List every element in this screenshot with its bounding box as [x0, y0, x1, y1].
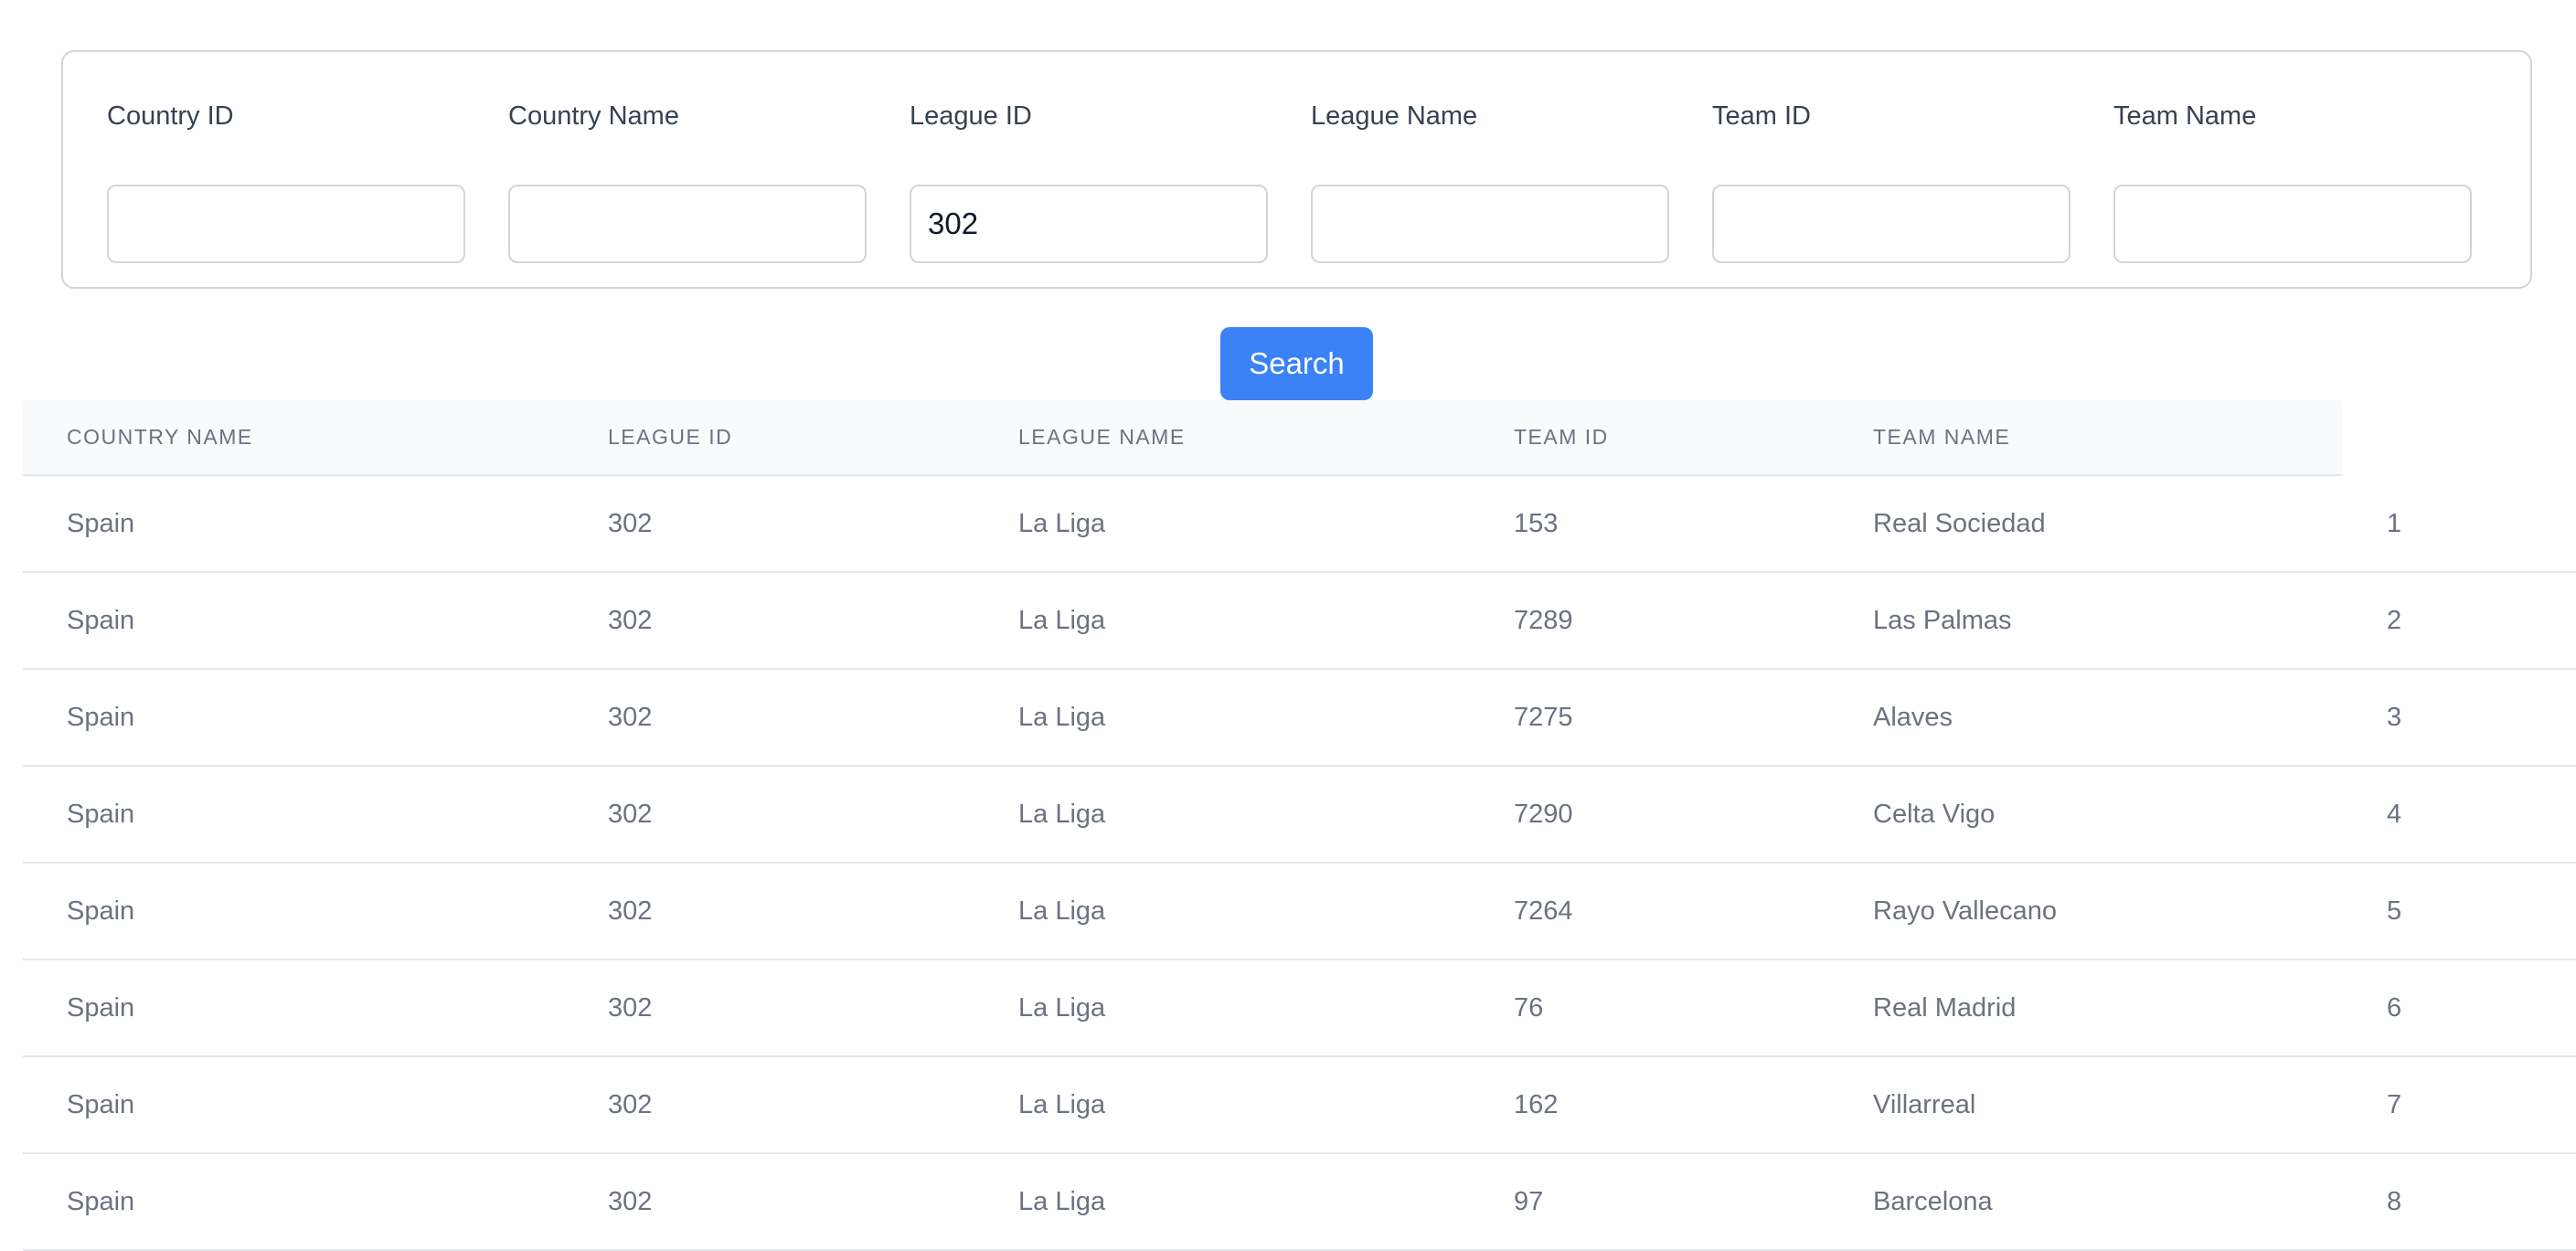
table-row[interactable]: Spain 302 La Liga 7264 Rayo Vallecano 5: [23, 864, 2576, 960]
cell-row-number: 3: [2387, 703, 2402, 732]
team-name-label: Team Name: [2113, 101, 2257, 131]
league-name-field: League Name: [1311, 98, 1669, 263]
cell-team-id: 7289: [1514, 606, 1573, 635]
results-table: Country Name League ID League Name Team …: [23, 400, 2576, 1251]
cell-team-name: Las Palmas: [1873, 606, 2012, 635]
table-header: Country Name League ID League Name Team …: [23, 400, 2343, 476]
cell-country-name: Spain: [67, 993, 135, 1023]
cell-team-id: 7290: [1514, 800, 1573, 829]
cell-row-number: 1: [2387, 509, 2402, 538]
country-id-field: Country ID: [107, 98, 465, 263]
league-id-input[interactable]: [910, 185, 1268, 263]
cell-team-id: 76: [1514, 993, 1544, 1023]
team-id-field: Team ID: [1712, 98, 2070, 263]
cell-league-name: La Liga: [1018, 703, 1106, 732]
table-row[interactable]: Spain 302 La Liga 76 Real Madrid 6: [23, 960, 2576, 1057]
country-name-field: Country Name: [508, 98, 867, 263]
table-row[interactable]: Spain 302 La Liga 162 Villarreal 7: [23, 1057, 2576, 1154]
cell-league-name: La Liga: [1018, 800, 1106, 829]
cell-team-id: 97: [1514, 1187, 1544, 1216]
cell-team-name: Rayo Vallecano: [1873, 896, 2057, 926]
league-name-input[interactable]: [1311, 185, 1669, 263]
cell-row-number: 8: [2387, 1187, 2402, 1216]
country-name-label: Country Name: [508, 101, 679, 131]
cell-row-number: 2: [2387, 606, 2402, 635]
cell-team-name: Barcelona: [1873, 1187, 1993, 1216]
league-id-field: League ID: [910, 98, 1268, 263]
cell-team-name: Celta Vigo: [1873, 800, 1996, 829]
cell-league-id: 302: [608, 606, 653, 635]
header-league-name[interactable]: League Name: [1018, 400, 1186, 474]
cell-league-name: La Liga: [1018, 993, 1106, 1023]
header-team-name[interactable]: Team Name: [1873, 400, 2010, 474]
cell-league-name: La Liga: [1018, 509, 1106, 538]
country-id-label: Country ID: [107, 101, 234, 131]
cell-team-name: Real Sociedad: [1873, 509, 2046, 538]
table-row[interactable]: Spain 302 La Liga 7290 Celta Vigo 4: [23, 767, 2576, 864]
cell-league-name: La Liga: [1018, 1090, 1106, 1119]
cell-row-number: 4: [2387, 800, 2402, 829]
league-name-label: League Name: [1311, 101, 1478, 131]
team-id-label: Team ID: [1712, 101, 1811, 131]
cell-country-name: Spain: [67, 606, 135, 635]
cell-league-id: 302: [608, 703, 653, 732]
cell-league-id: 302: [608, 1187, 653, 1216]
cell-row-number: 5: [2387, 896, 2402, 926]
cell-team-id: 7264: [1514, 896, 1573, 926]
filter-panel: Country ID Country Name League ID League…: [61, 50, 2532, 289]
header-league-id[interactable]: League ID: [608, 400, 732, 474]
cell-league-id: 302: [608, 800, 653, 829]
cell-league-name: La Liga: [1018, 896, 1106, 926]
team-id-input[interactable]: [1712, 185, 2070, 263]
cell-team-id: 153: [1514, 509, 1559, 538]
cell-country-name: Spain: [67, 896, 135, 926]
cell-country-name: Spain: [67, 800, 135, 829]
cell-team-name: Villarreal: [1873, 1090, 1976, 1119]
search-button[interactable]: Search: [1220, 327, 1373, 400]
team-name-field: Team Name: [2113, 98, 2472, 263]
header-country-name[interactable]: Country Name: [67, 400, 253, 474]
cell-league-id: 302: [608, 1090, 653, 1119]
cell-team-name: Alaves: [1873, 703, 1953, 732]
cell-league-id: 302: [608, 993, 653, 1023]
cell-row-number: 7: [2387, 1090, 2402, 1119]
country-id-input[interactable]: [107, 185, 465, 263]
table-row[interactable]: Spain 302 La Liga 153 Real Sociedad 1: [23, 476, 2576, 573]
cell-country-name: Spain: [67, 1090, 135, 1119]
cell-league-name: La Liga: [1018, 1187, 1106, 1216]
cell-row-number: 6: [2387, 993, 2402, 1023]
cell-team-id: 162: [1514, 1090, 1559, 1119]
cell-team-name: Real Madrid: [1873, 993, 2017, 1023]
league-id-label: League ID: [910, 101, 1032, 131]
cell-country-name: Spain: [67, 1187, 135, 1216]
table-row[interactable]: Spain 302 La Liga 7275 Alaves 3: [23, 670, 2576, 767]
cell-league-id: 302: [608, 896, 653, 926]
table-row[interactable]: Spain 302 La Liga 7289 Las Palmas 2: [23, 573, 2576, 670]
header-team-id[interactable]: Team ID: [1514, 400, 1609, 474]
cell-country-name: Spain: [67, 703, 135, 732]
cell-league-id: 302: [608, 509, 653, 538]
team-name-input[interactable]: [2113, 185, 2472, 263]
cell-team-id: 7275: [1514, 703, 1573, 732]
cell-league-name: La Liga: [1018, 606, 1106, 635]
table-row[interactable]: Spain 302 La Liga 97 Barcelona 8: [23, 1154, 2576, 1251]
country-name-input[interactable]: [508, 185, 867, 263]
cell-country-name: Spain: [67, 509, 135, 538]
